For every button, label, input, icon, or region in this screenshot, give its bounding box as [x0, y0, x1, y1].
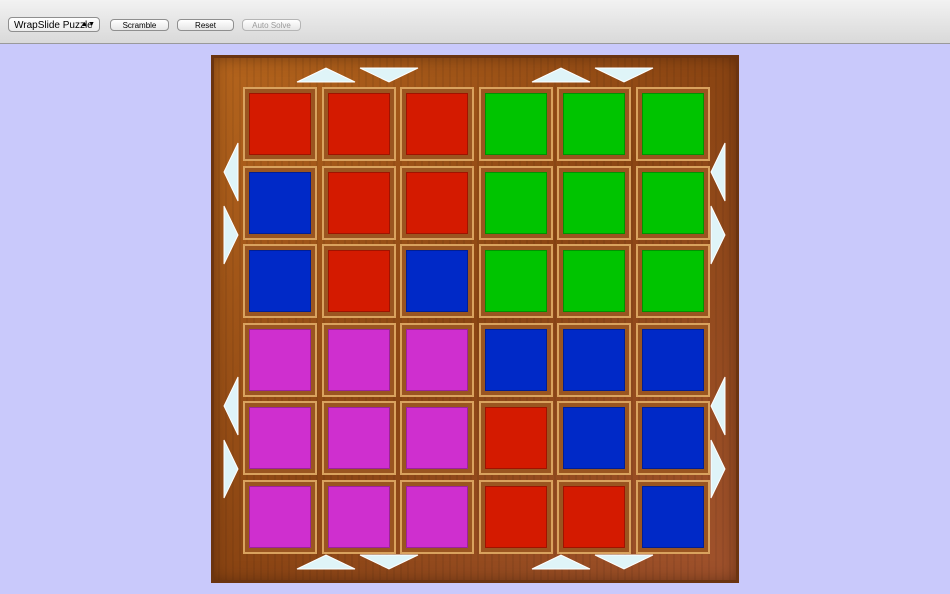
tile-magenta	[323, 324, 394, 395]
puzzle-type-select[interactable]: WrapSlide Puzzle ▲▼	[8, 17, 100, 32]
puzzle-board	[211, 55, 739, 583]
tile-blue	[480, 324, 551, 395]
left-bottom-left-arrow-icon[interactable]	[223, 376, 239, 436]
left-top-right-arrow-icon[interactable]	[223, 205, 239, 265]
auto-solve-button: Auto Solve	[242, 19, 301, 31]
tile-magenta	[402, 481, 472, 552]
tile-blue	[637, 403, 708, 473]
bottom-right-up-arrow-icon[interactable]	[531, 554, 591, 570]
left-top-left-arrow-icon[interactable]	[223, 142, 239, 202]
tile-blue	[402, 246, 472, 316]
tile-magenta	[245, 481, 315, 552]
right-top-left-arrow-icon[interactable]	[710, 142, 726, 202]
right-top-right-arrow-icon[interactable]	[710, 205, 726, 265]
tile-green	[480, 246, 551, 316]
tile-blue	[245, 167, 315, 238]
tile-magenta	[402, 403, 472, 473]
tile-blue	[559, 324, 629, 395]
tile-magenta	[323, 403, 394, 473]
tile-blue	[637, 481, 708, 552]
tile-blue	[245, 246, 315, 316]
bottom-right-down-arrow-icon[interactable]	[594, 554, 654, 570]
tile-red	[323, 167, 394, 238]
tile-magenta	[245, 324, 315, 395]
toolbar: WrapSlide Puzzle ▲▼ Scramble Reset Auto …	[0, 0, 950, 44]
tile-green	[559, 167, 629, 238]
tile-grid	[243, 87, 709, 553]
tile-green	[559, 89, 629, 159]
tile-red	[402, 89, 472, 159]
tile-green	[637, 89, 708, 159]
tile-green	[480, 167, 551, 238]
tile-blue	[559, 403, 629, 473]
tile-red	[323, 246, 394, 316]
tile-red	[323, 89, 394, 159]
tile-green	[480, 89, 551, 159]
left-bottom-right-arrow-icon[interactable]	[223, 439, 239, 499]
right-bottom-right-arrow-icon[interactable]	[710, 439, 726, 499]
right-bottom-left-arrow-icon[interactable]	[710, 376, 726, 436]
tile-magenta	[245, 403, 315, 473]
tile-green	[637, 167, 708, 238]
tile-red	[559, 481, 629, 552]
scramble-button[interactable]: Scramble	[110, 19, 169, 31]
tile-red	[402, 167, 472, 238]
tile-blue	[637, 324, 708, 395]
top-left-down-arrow-icon[interactable]	[359, 67, 419, 83]
tile-red	[480, 403, 551, 473]
top-left-up-arrow-icon[interactable]	[296, 67, 356, 83]
updown-chevron-icon: ▲▼	[81, 21, 95, 28]
reset-button[interactable]: Reset	[177, 19, 234, 31]
tile-green	[559, 246, 629, 316]
tile-magenta	[402, 324, 472, 395]
tile-magenta	[323, 481, 394, 552]
bottom-left-down-arrow-icon[interactable]	[359, 554, 419, 570]
top-right-up-arrow-icon[interactable]	[531, 67, 591, 83]
tile-red	[245, 89, 315, 159]
bottom-left-up-arrow-icon[interactable]	[296, 554, 356, 570]
top-right-down-arrow-icon[interactable]	[594, 67, 654, 83]
tile-green	[637, 246, 708, 316]
tile-red	[480, 481, 551, 552]
